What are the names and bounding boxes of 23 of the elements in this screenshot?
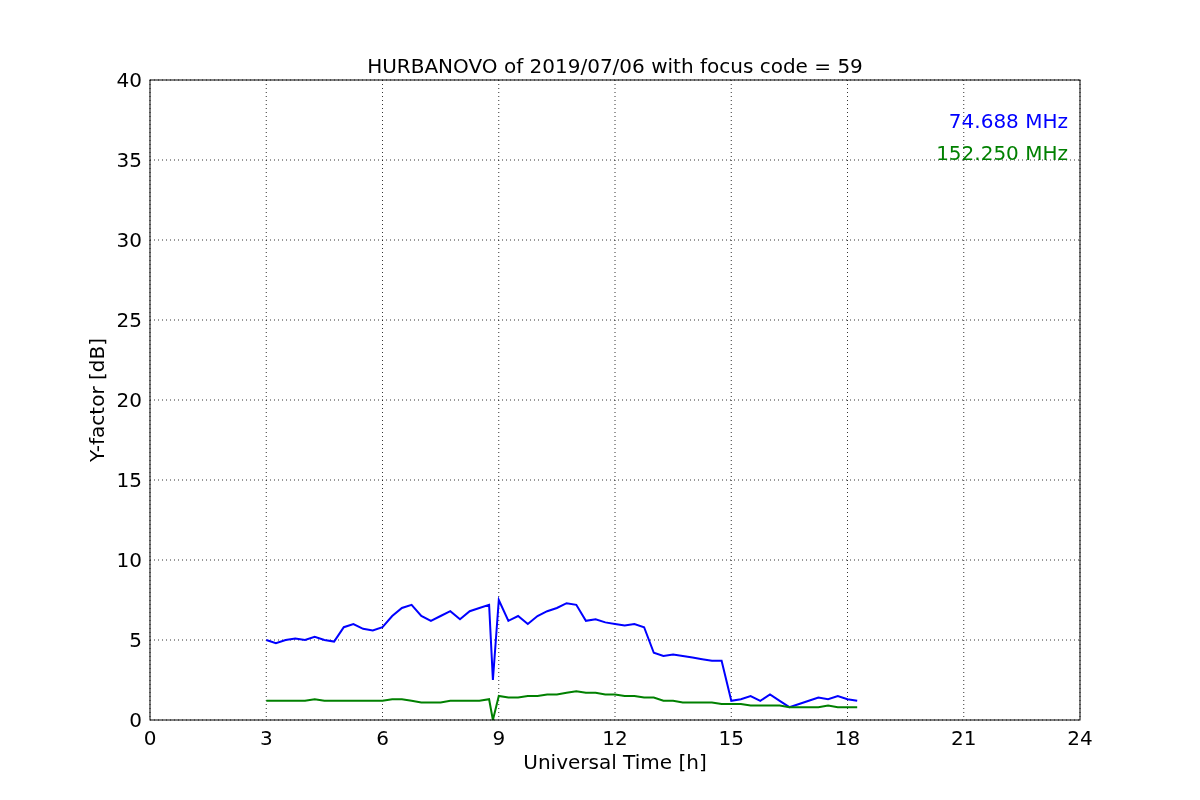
tick-label: 21 [951,726,977,750]
tick-label: 9 [492,726,506,750]
y-axis-label: Y-factor [dB] [85,338,109,462]
tick-label: 15 [718,726,744,750]
tick-label: 25 [116,308,142,332]
tick-label: 5 [129,628,142,652]
legend-label: 152.250 MHz [936,141,1068,165]
tick-label: 3 [259,726,273,750]
tick-label: 40 [116,68,142,92]
chart-title: HURBANOVO of 2019/07/06 with focus code = 59 [367,54,863,78]
x-axis-label: Universal Time [h] [523,750,707,774]
tick-label: 0 [143,726,157,750]
tick-label: 10 [116,548,142,572]
tick-label: 30 [116,228,142,252]
tick-label: 0 [129,708,142,732]
tick-label: 15 [116,468,142,492]
legend-label: 74.688 MHz [948,109,1068,133]
tick-label: 6 [376,726,389,750]
tick-label: 20 [116,388,142,412]
tick-label: 18 [834,726,861,750]
tick-label: 35 [116,148,142,172]
tick-label: 24 [1067,726,1093,750]
tick-label: 12 [602,726,628,750]
